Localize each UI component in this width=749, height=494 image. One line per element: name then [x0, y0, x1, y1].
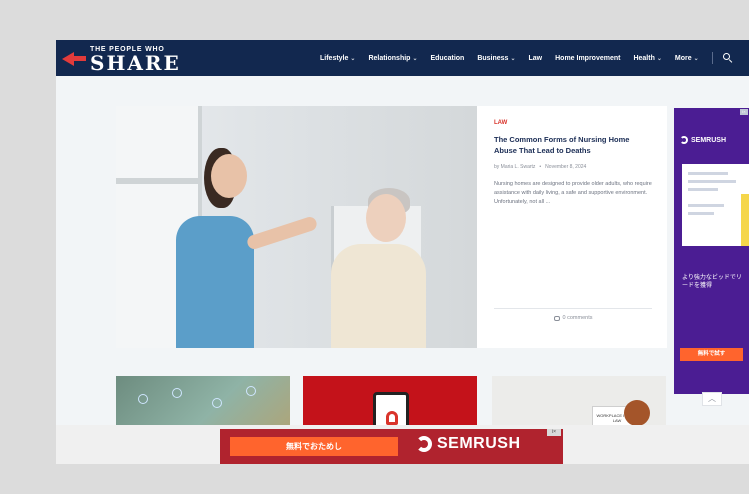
image-nurse-head	[211, 154, 247, 198]
nav-item-business[interactable]: Business ⌄	[477, 55, 515, 62]
nav-label: Relationship	[368, 54, 411, 62]
meta-separator: •	[539, 164, 542, 170]
bottom-advertisement[interactable]: i× 無料でおためし SEMRUSH	[220, 429, 563, 464]
image-nurse-arm	[245, 215, 319, 251]
search-icon-handle	[728, 59, 732, 63]
card-image-clock	[624, 400, 650, 426]
nav-label: More	[674, 54, 692, 62]
semrush-logo-icon	[680, 136, 688, 144]
post-title[interactable]: The Common Forms of Nursing Home Abuse T…	[494, 134, 644, 156]
nav-label: Lifestyle	[320, 54, 349, 62]
main-nav: Lifestyle ⌄ Relationship ⌄ Education Busin…	[320, 40, 733, 76]
image-patient-body	[331, 244, 426, 348]
side-ad-line	[688, 212, 714, 215]
nav-label: Health	[633, 54, 655, 62]
scroll-to-top-button[interactable]: ︿	[702, 392, 722, 406]
nav-label: Business	[477, 54, 509, 62]
nav-item-relationship[interactable]: Relationship ⌄	[368, 55, 417, 62]
browser-viewport: THE PEOPLE WHO SHARE Lifestyle ⌄ Relation…	[56, 40, 749, 464]
nav-item-education[interactable]: Education	[430, 55, 464, 62]
nav-label: Home Improvement	[555, 54, 621, 62]
chevron-down-icon: ⌄	[510, 55, 516, 62]
nav-item-more[interactable]: More ⌄	[675, 55, 699, 62]
featured-post[interactable]: LAW The Common Forms of Nursing Home Abu…	[116, 106, 667, 348]
nav-label: Law	[528, 54, 543, 62]
ad-close-icon[interactable]: i×	[740, 109, 748, 115]
nav-label: Education	[430, 54, 465, 62]
site-logo[interactable]: THE PEOPLE WHO SHARE	[62, 44, 182, 75]
site-header: THE PEOPLE WHO SHARE Lifestyle ⌄ Relation…	[56, 40, 749, 76]
side-ad-screenshot	[682, 164, 749, 246]
side-ad-line	[688, 180, 736, 183]
nav-item-lifestyle[interactable]: Lifestyle ⌄	[320, 55, 355, 62]
side-ad-stripe	[741, 194, 749, 246]
image-patient-head	[366, 194, 406, 242]
post-date: November 8, 2024	[545, 164, 587, 170]
card-image-dot	[138, 394, 148, 404]
side-ad-line	[688, 172, 728, 175]
side-ad-brand: SEMRUSH	[680, 136, 726, 144]
side-ad-line	[688, 204, 724, 207]
side-advertisement[interactable]: i× SEMRUSH より強力なビッドでリードを獲得 無料で試す	[674, 108, 749, 394]
comments-count: 0 comments	[562, 315, 593, 321]
nav-divider	[711, 52, 713, 64]
card-image-dot	[212, 398, 222, 408]
logo-wordmark: SHARE	[90, 51, 181, 75]
side-ad-cta-button[interactable]: 無料で試す	[680, 348, 743, 361]
side-ad-line	[688, 188, 718, 191]
nav-item-home-improvement[interactable]: Home Improvement	[555, 55, 620, 62]
chevron-down-icon: ⌄	[350, 55, 356, 62]
chevron-down-icon: ⌄	[656, 55, 662, 62]
nav-item-health[interactable]: Health ⌄	[633, 55, 661, 62]
card-image-dot	[246, 386, 256, 396]
bottom-ad-cta-button[interactable]: 無料でおためし	[230, 437, 398, 456]
search-icon[interactable]	[722, 53, 733, 63]
image-nurse-body	[176, 216, 254, 348]
image-window-bar	[116, 178, 202, 184]
app-logo-icon	[386, 411, 398, 425]
semrush-logo-icon	[416, 436, 432, 452]
bottom-ad-brand-text: SEMRUSH	[437, 435, 521, 452]
nav-item-law[interactable]: Law	[528, 55, 542, 62]
chevron-down-icon: ⌄	[693, 55, 699, 62]
chevron-down-icon: ⌄	[412, 55, 418, 62]
bottom-ad-brand: SEMRUSH	[416, 435, 521, 453]
logo-arrow-bar	[72, 56, 86, 61]
featured-image[interactable]	[116, 106, 477, 348]
side-ad-copy: より強力なビッドでリードを獲得	[682, 275, 742, 289]
comments-link[interactable]: 0 comments	[553, 315, 593, 321]
post-comments[interactable]: 0 comments	[494, 308, 652, 323]
post-excerpt: Nursing homes are designed to provide ol…	[494, 181, 652, 205]
bottom-ad-close-icon[interactable]: i×	[547, 429, 561, 436]
post-meta: by Maria L. Swartz • November 8, 2024	[494, 164, 659, 170]
post-category[interactable]: LAW	[494, 120, 659, 126]
featured-text: LAW The Common Forms of Nursing Home Abu…	[486, 106, 667, 348]
post-author[interactable]: by Maria L. Swartz	[494, 164, 535, 170]
comment-icon	[553, 315, 560, 321]
side-ad-brand-text: SEMRUSH	[691, 136, 727, 144]
card-image-dot	[172, 388, 182, 398]
